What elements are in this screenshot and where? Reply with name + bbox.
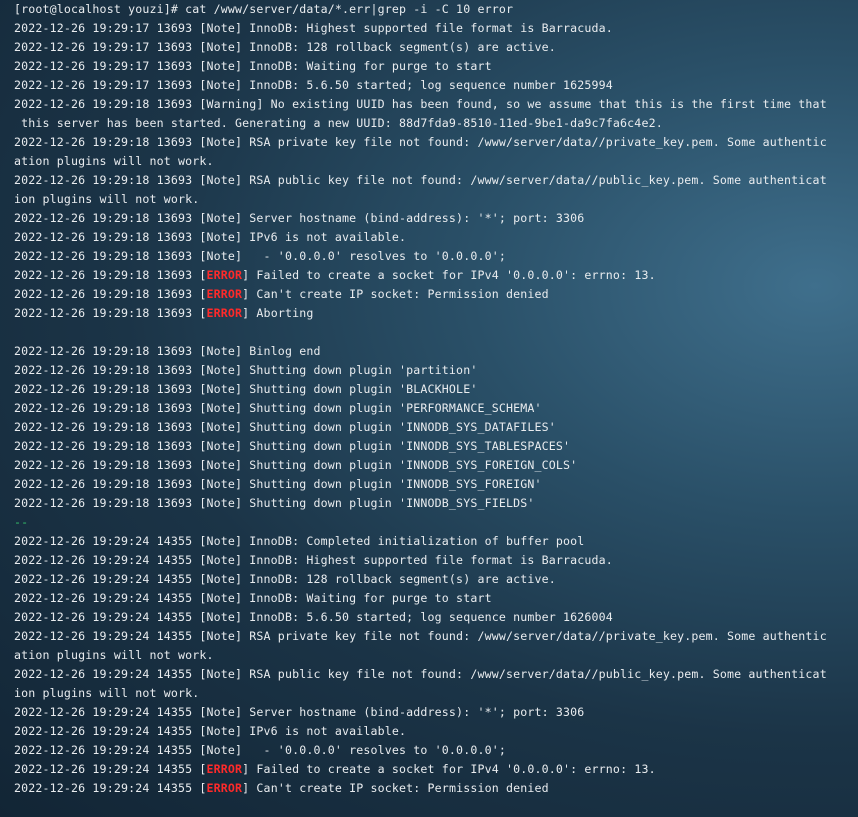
log-line: 2022-12-26 19:29:24 14355 [Note] RSA pri… [14, 629, 827, 643]
log-line: 2022-12-26 19:29:18 13693 [Warning] No e… [14, 97, 827, 111]
log-line: 2022-12-26 19:29:18 13693 [Note] Binlog … [14, 344, 321, 358]
log-line: 2022-12-26 19:29:24 14355 [Note] - '0.0.… [14, 743, 506, 757]
log-line: 2022-12-26 19:29:18 13693 [Note] Shuttin… [14, 458, 578, 472]
log-line-error: 2022-12-26 19:29:24 14355 [ERROR] Failed… [14, 760, 854, 779]
shell-command-line: [root@localhost youzi]# cat /www/server/… [14, 2, 514, 16]
log-line: 2022-12-26 19:29:18 13693 [Note] IPv6 is… [14, 230, 407, 244]
log-line-message: ] Aborting [242, 306, 314, 320]
error-keyword: ERROR [206, 306, 243, 320]
log-line: 2022-12-26 19:29:18 13693 [Note] Shuttin… [14, 439, 571, 453]
error-keyword: ERROR [206, 781, 243, 795]
log-line: 2022-12-26 19:29:18 13693 [Note] Shuttin… [14, 420, 556, 434]
log-line: ion plugins will not work. [14, 192, 200, 206]
grep-context-separator: -- [14, 515, 29, 529]
log-line: 2022-12-26 19:29:18 13693 [Note] - '0.0.… [14, 249, 506, 263]
log-line-message: ] Failed to create a socket for IPv4 '0.… [242, 268, 656, 282]
log-line-error: 2022-12-26 19:29:18 13693 [ERROR] Can't … [14, 285, 854, 304]
log-line: 2022-12-26 19:29:18 13693 [Note] Shuttin… [14, 363, 478, 377]
log-line: 2022-12-26 19:29:18 13693 [Note] Shuttin… [14, 401, 542, 415]
log-line-prefix: 2022-12-26 19:29:18 13693 [ [14, 306, 207, 320]
log-line: 2022-12-26 19:29:24 14355 [Note] RSA pub… [14, 667, 827, 681]
log-line: 2022-12-26 19:29:24 14355 [Note] InnoDB:… [14, 572, 556, 586]
log-line-error: 2022-12-26 19:29:18 13693 [ERROR] Aborti… [14, 304, 854, 323]
error-keyword: ERROR [206, 287, 243, 301]
log-line: 2022-12-26 19:29:24 14355 [Note] InnoDB:… [14, 534, 585, 548]
log-line: this server has been started. Generating… [14, 116, 663, 130]
log-line-message: ] Can't create IP socket: Permission den… [242, 287, 549, 301]
log-line: 2022-12-26 19:29:24 14355 [Note] Server … [14, 705, 585, 719]
log-line: 2022-12-26 19:29:18 13693 [Note] Shuttin… [14, 496, 535, 510]
log-line: 2022-12-26 19:29:18 13693 [Note] Shuttin… [14, 477, 542, 491]
log-line: 2022-12-26 19:29:18 13693 [Note] RSA pub… [14, 173, 827, 187]
log-line-prefix: 2022-12-26 19:29:24 14355 [ [14, 762, 207, 776]
log-line-prefix: 2022-12-26 19:29:18 13693 [ [14, 287, 207, 301]
log-line-error: 2022-12-26 19:29:24 14355 [ERROR] Can't … [14, 779, 854, 798]
log-line: 2022-12-26 19:29:24 14355 [Note] IPv6 is… [14, 724, 407, 738]
log-line: ation plugins will not work. [14, 154, 214, 168]
log-line: 2022-12-26 19:29:24 14355 [Note] InnoDB:… [14, 553, 613, 567]
log-line: ion plugins will not work. [14, 686, 200, 700]
log-line: 2022-12-26 19:29:17 13693 [Note] InnoDB:… [14, 21, 613, 35]
log-line: 2022-12-26 19:29:17 13693 [Note] InnoDB:… [14, 40, 556, 54]
log-line-message: ] Failed to create a socket for IPv4 '0.… [242, 762, 656, 776]
log-line: 2022-12-26 19:29:18 13693 [Note] Shuttin… [14, 382, 478, 396]
log-line: 2022-12-26 19:29:24 14355 [Note] InnoDB:… [14, 610, 613, 624]
error-keyword: ERROR [206, 762, 243, 776]
log-line-error: 2022-12-26 19:29:18 13693 [ERROR] Failed… [14, 266, 854, 285]
log-line: ation plugins will not work. [14, 648, 214, 662]
log-line: 2022-12-26 19:29:17 13693 [Note] InnoDB:… [14, 78, 613, 92]
error-keyword: ERROR [206, 268, 243, 282]
terminal-output[interactable]: [root@localhost youzi]# cat /www/server/… [14, 0, 854, 817]
log-line: 2022-12-26 19:29:18 13693 [Note] RSA pri… [14, 135, 827, 149]
log-line-prefix: 2022-12-26 19:29:24 14355 [ [14, 781, 207, 795]
log-line: 2022-12-26 19:29:24 14355 [Note] InnoDB:… [14, 591, 492, 605]
log-line: 2022-12-26 19:29:17 13693 [Note] InnoDB:… [14, 59, 492, 73]
log-line: 2022-12-26 19:29:18 13693 [Note] Server … [14, 211, 585, 225]
log-line-prefix: 2022-12-26 19:29:18 13693 [ [14, 268, 207, 282]
log-line-message: ] Can't create IP socket: Permission den… [242, 781, 549, 795]
